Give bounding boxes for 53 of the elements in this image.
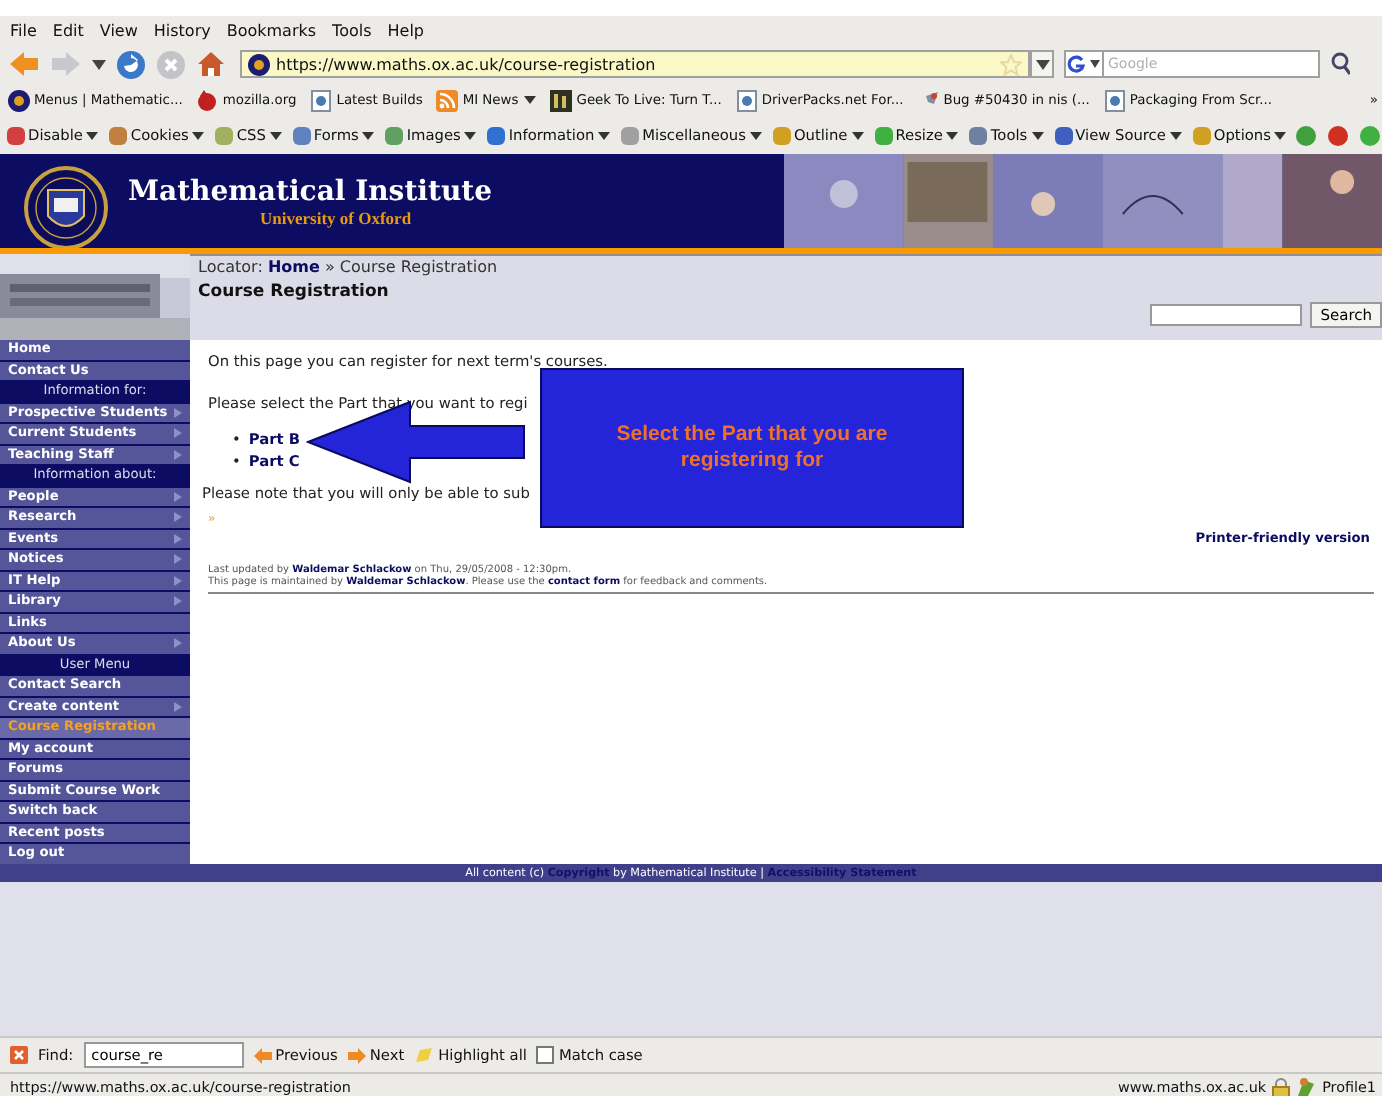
url-dropdown-button[interactable] [1030, 50, 1054, 78]
dropdown-icon [1274, 131, 1287, 139]
menu-item[interactable]: Bookmarks [226, 21, 317, 39]
menu-item[interactable]: File [10, 21, 37, 39]
url-field[interactable]: https://www.maths.ox.ac.uk/course-registration [240, 50, 1030, 78]
dropdown-icon[interactable] [92, 59, 106, 69]
status-icon[interactable] [1328, 125, 1349, 145]
dropdown-icon [851, 131, 864, 139]
menu-item[interactable]: Edit [52, 21, 84, 39]
submenu-arrow-icon [174, 701, 182, 712]
breadcrumb-separator: » [324, 258, 335, 276]
highlighter-icon [414, 1046, 435, 1064]
dropdown-icon [1035, 59, 1049, 69]
feed-icon [436, 89, 459, 111]
dropdown-icon [1031, 131, 1044, 139]
dropdown-icon [192, 131, 205, 139]
submenu-arrow-icon [174, 638, 182, 649]
site-search-field[interactable] [1150, 304, 1303, 326]
dropdown-icon [362, 131, 375, 139]
menu-item[interactable]: Tools [332, 21, 372, 39]
search-icon[interactable] [1330, 52, 1350, 76]
arrow-right-icon [347, 1047, 366, 1063]
callout-text: Select the Part that you are registering for [614, 422, 890, 474]
search-engine-icon[interactable] [1064, 50, 1104, 78]
reload-icon[interactable] [116, 49, 146, 79]
home-icon[interactable] [196, 50, 226, 78]
arrow-icon [306, 400, 526, 484]
site-icon [248, 53, 270, 75]
locator-label: Locator: [198, 258, 263, 276]
dropdown-icon [749, 131, 762, 139]
breadcrumb-current: Course Registration [339, 258, 498, 276]
site-subtitle: University of Oxford [260, 207, 412, 227]
status-icon[interactable] [1360, 125, 1381, 145]
dropdown-icon [946, 131, 959, 139]
site-title: Mathematical Institute [128, 175, 492, 207]
lock-icon [1272, 1077, 1291, 1096]
menu-item[interactable]: Help [387, 21, 425, 39]
arrow-left-icon [253, 1047, 272, 1063]
dropdown-icon [598, 131, 611, 139]
dropdown-icon [86, 131, 99, 139]
back-icon[interactable] [8, 50, 40, 78]
menu-item[interactable]: View [99, 21, 138, 39]
dropdown-icon [269, 131, 282, 139]
home-link[interactable]: Home [267, 258, 320, 276]
dropdown-icon [464, 131, 477, 139]
profile-icon[interactable] [1296, 1076, 1317, 1096]
dropdown-icon [524, 96, 537, 104]
dropdown-icon [1169, 131, 1182, 139]
page-title: Course Registration [198, 280, 389, 302]
star-icon[interactable] [1000, 53, 1022, 75]
status-icon[interactable] [1296, 125, 1317, 145]
menu-item[interactable]: History [153, 21, 211, 39]
close-icon[interactable] [10, 1046, 28, 1064]
